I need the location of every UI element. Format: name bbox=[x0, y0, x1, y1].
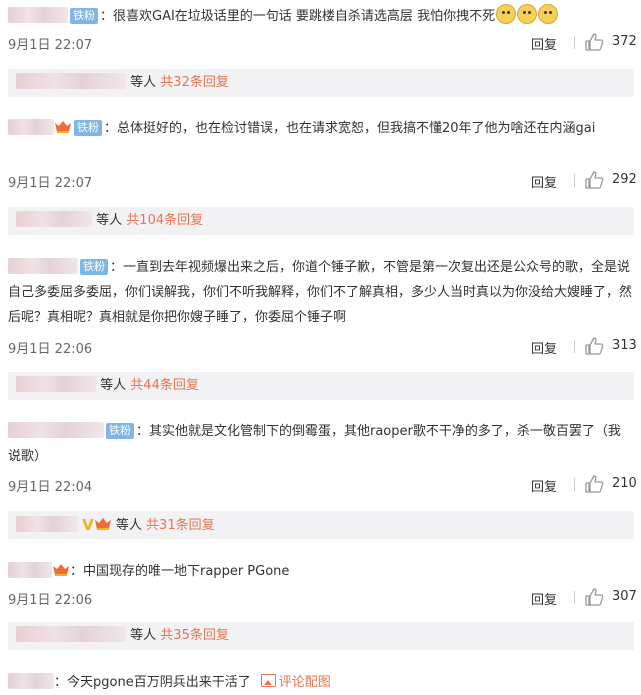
comment-body: 铁粉 ：一直到去年视频爆出来之后，你道个锤子歉，不管是第一次复出还是公众号的歌，全… bbox=[8, 255, 633, 330]
total-replies-link[interactable]: 共32条回复 bbox=[160, 75, 229, 90]
comment-meta: 9月1日 22:06 回复 313 bbox=[8, 334, 637, 358]
comment-time: 9月1日 22:07 bbox=[8, 38, 93, 53]
username-blurred bbox=[16, 376, 96, 392]
reply-summary[interactable]: 等人 共44条回复 bbox=[8, 372, 634, 400]
username-blurred bbox=[16, 73, 126, 89]
doge-emoji-icon bbox=[517, 4, 538, 24]
comment-meta: 9月1日 22:06 回复 307 bbox=[8, 585, 637, 609]
divider bbox=[574, 591, 575, 604]
reply-button[interactable]: 回复 bbox=[531, 589, 557, 608]
reply-summary[interactable]: 等人 共35条回复 bbox=[8, 622, 634, 650]
divider bbox=[574, 174, 575, 187]
username-blurred[interactable] bbox=[8, 258, 78, 274]
reply-button[interactable]: 回复 bbox=[531, 476, 557, 495]
fan-badge: 铁粉 bbox=[106, 423, 134, 439]
username-blurred bbox=[16, 211, 92, 227]
divider bbox=[574, 340, 575, 353]
comment-body: ：中国现存的唯一地下rapper PGone bbox=[8, 559, 633, 584]
comment-text: ：今天pgone百万阴兵出来干活了 bbox=[54, 675, 251, 690]
fan-badge: 铁粉 bbox=[74, 120, 102, 136]
fan-badge: 铁粉 bbox=[70, 8, 98, 24]
divider bbox=[574, 478, 575, 491]
reply-summary[interactable]: 等人 共32条回复 bbox=[8, 69, 634, 97]
comment-text: ：很喜欢GAI在垃圾话里的一句话 要跳楼自杀请选高层 我怕你拽不死 bbox=[100, 9, 496, 24]
fan-badge: 铁粉 bbox=[80, 259, 108, 275]
comment-time: 9月1日 22:07 bbox=[8, 176, 93, 191]
image-icon bbox=[260, 674, 276, 687]
thumbs-up-icon[interactable] bbox=[584, 474, 604, 494]
comment-body: 铁粉 ：其实他就是文化管制下的倒霉蛋，其他raoper歌不干净的多了，杀一敬百罢了… bbox=[8, 419, 633, 469]
comment-time: 9月1日 22:06 bbox=[8, 593, 93, 608]
reply-button[interactable]: 回复 bbox=[531, 34, 557, 53]
reply-button[interactable]: 回复 bbox=[531, 338, 557, 357]
thumbs-up-icon[interactable] bbox=[584, 170, 604, 190]
verified-v-icon: V bbox=[82, 516, 94, 534]
thumbs-up-icon[interactable] bbox=[584, 32, 604, 52]
crown-badge-icon bbox=[55, 121, 71, 133]
like-count: 307 bbox=[612, 589, 637, 604]
comment-image-link[interactable]: 评论配图 bbox=[279, 675, 331, 690]
divider bbox=[574, 36, 575, 49]
like-count: 292 bbox=[612, 172, 637, 187]
username-blurred[interactable] bbox=[8, 119, 54, 135]
comment-body: ：今天pgone百万阴兵出来干活了 评论配图 bbox=[8, 670, 633, 695]
crown-badge-icon bbox=[94, 518, 111, 530]
comment-meta: 9月1日 22:07 回复 372 bbox=[8, 30, 637, 54]
username-blurred[interactable] bbox=[8, 562, 52, 578]
total-replies-link[interactable]: 共35条回复 bbox=[160, 628, 229, 643]
total-replies-link[interactable]: 共44条回复 bbox=[130, 378, 199, 393]
comment-body: 铁粉 ：总体挺好的，也在检讨错误，也在请求宽恕，但我搞不懂20年了他为啥还在内涵g… bbox=[8, 116, 633, 141]
total-replies-link[interactable]: 共104条回复 bbox=[126, 213, 203, 228]
crown-badge-icon bbox=[53, 564, 69, 576]
comment-time: 9月1日 22:06 bbox=[8, 342, 93, 357]
thumbs-up-icon[interactable] bbox=[584, 587, 604, 607]
summary-suffix: 等人 bbox=[96, 213, 123, 228]
like-count: 372 bbox=[612, 34, 637, 49]
doge-emoji-icon bbox=[496, 4, 517, 24]
summary-suffix: 等人 bbox=[130, 75, 157, 90]
username-blurred[interactable] bbox=[8, 422, 104, 438]
comment-time: 9月1日 22:04 bbox=[8, 480, 93, 495]
reply-summary[interactable]: 等人 共104条回复 bbox=[8, 207, 634, 235]
comment-text: ：中国现存的唯一地下rapper PGone bbox=[70, 564, 290, 579]
like-count: 313 bbox=[612, 338, 637, 353]
summary-suffix: 等人 bbox=[115, 518, 142, 533]
thumbs-up-icon[interactable] bbox=[584, 336, 604, 356]
comment-body: 铁粉 ：很喜欢GAI在垃圾话里的一句话 要跳楼自杀请选高层 我怕你拽不死 bbox=[8, 4, 633, 29]
comment-text: ：总体挺好的，也在检讨错误，也在请求宽恕，但我搞不懂20年了他为啥还在内涵gai bbox=[104, 121, 596, 136]
username-blurred bbox=[16, 516, 78, 532]
summary-suffix: 等人 bbox=[100, 378, 127, 393]
reply-button[interactable]: 回复 bbox=[531, 172, 557, 191]
comment-meta: 9月1日 22:07 回复 292 bbox=[8, 168, 637, 192]
username-blurred bbox=[16, 626, 126, 642]
comment-meta: 9月1日 22:04 回复 210 bbox=[8, 472, 637, 496]
total-replies-link[interactable]: 共31条回复 bbox=[146, 518, 215, 533]
username-blurred[interactable] bbox=[8, 7, 68, 23]
like-count: 210 bbox=[612, 476, 637, 491]
summary-suffix: 等人 bbox=[130, 628, 157, 643]
reply-summary[interactable]: V 等人 共31条回复 bbox=[8, 511, 634, 539]
doge-emoji-icon bbox=[538, 4, 559, 24]
username-blurred[interactable] bbox=[8, 673, 54, 689]
